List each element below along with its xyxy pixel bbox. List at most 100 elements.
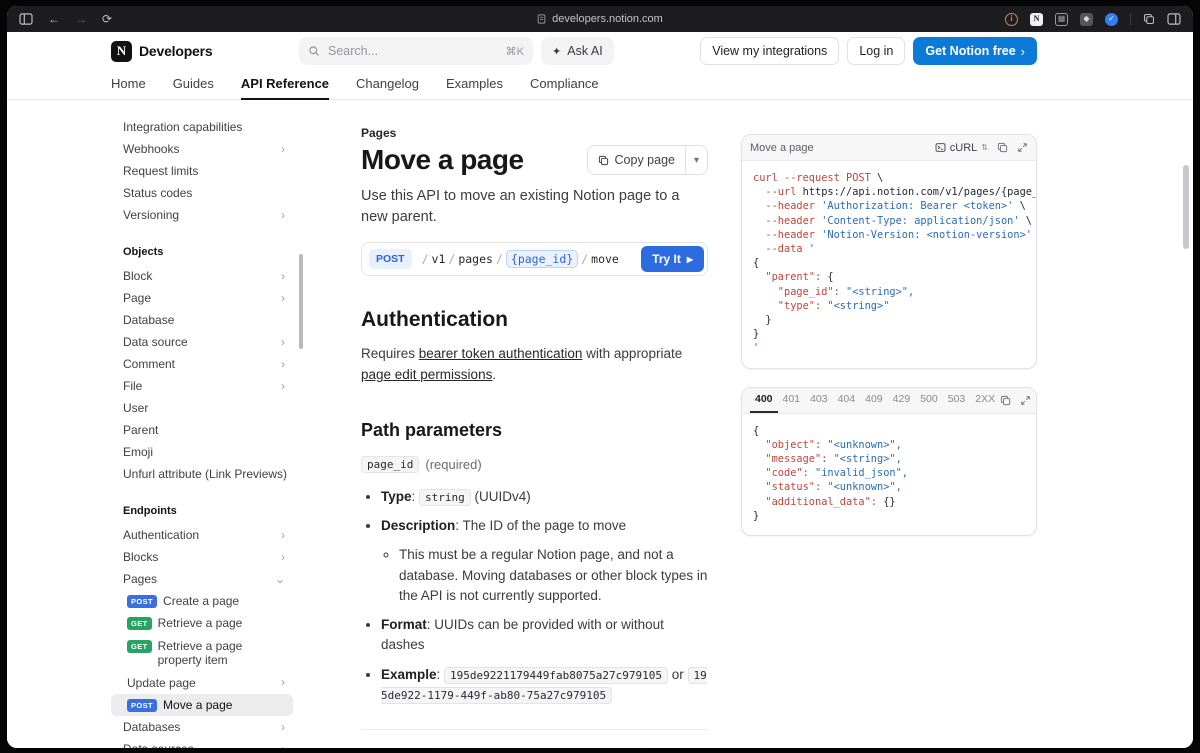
sidebar-item[interactable]: POST Create a page xyxy=(111,590,293,612)
sidebar-item[interactable]: Database xyxy=(111,309,293,331)
sidebar-item[interactable]: Block › xyxy=(111,265,293,287)
code-line: --header 'Content-Type: application/json… xyxy=(753,214,1032,227)
search-box[interactable]: ⌘K xyxy=(299,37,534,65)
site-nav: Home Guides API Reference Changelog Examples… xyxy=(7,70,1193,100)
nav-tabs: Home Guides API Reference Changelog Examples… xyxy=(111,70,1037,100)
tab-changelog[interactable]: Changelog xyxy=(356,70,419,100)
ask-ai-button[interactable]: ✦ Ask AI xyxy=(541,37,614,65)
path-separator: / xyxy=(495,252,503,267)
tab-api-reference[interactable]: API Reference xyxy=(240,70,330,100)
sidebar-item[interactable]: Webhooks › xyxy=(111,138,293,160)
sidebar-item-label: Data sources xyxy=(123,742,194,748)
verified-check-icon[interactable]: ✓ xyxy=(1105,12,1118,26)
language-selector[interactable]: cURL ⇅ xyxy=(935,142,988,154)
sidebar-toggle-icon[interactable] xyxy=(19,13,33,25)
get-notion-button[interactable]: Get Notion free › xyxy=(913,37,1038,65)
sidebar-item[interactable]: POST Move a page xyxy=(111,693,293,717)
browser-chrome: ← → ⟳ developers.notion.com i N ▦ ◆ ✓ xyxy=(7,6,1193,32)
response-tab-2XX[interactable]: 2XX xyxy=(970,388,1000,413)
sidebar-item[interactable]: Data source › xyxy=(111,331,293,353)
sidebar-item[interactable]: Comment › xyxy=(111,353,293,375)
url-bar[interactable]: developers.notion.com xyxy=(537,13,663,25)
code-line: "message": "<string>", xyxy=(753,453,902,466)
sidebar-item-label: Page xyxy=(123,290,152,305)
sidebar-item[interactable]: Update page › xyxy=(111,672,293,694)
path-param-details: Type: string (UUIDv4) Description: The I… xyxy=(361,487,708,705)
page-edit-permissions-link[interactable]: page edit permissions xyxy=(361,367,492,382)
notion-developers-logo[interactable]: N Developers xyxy=(111,40,213,62)
response-tab-400[interactable]: 400 xyxy=(750,388,778,414)
tab-panel-icon[interactable] xyxy=(1167,13,1181,25)
sidebar-item[interactable]: Blocks › xyxy=(111,546,293,568)
info-badge-icon[interactable]: i xyxy=(1005,12,1018,26)
bearer-token-link[interactable]: bearer token authentication xyxy=(419,346,583,361)
copy-page-button[interactable]: Copy page ▾ xyxy=(586,145,708,175)
sidebar-item[interactable]: Data sources › xyxy=(111,738,293,748)
app-icon[interactable]: ◆ xyxy=(1080,12,1093,26)
response-tabs: 400 401 403 404 409 429 500 503 2XX xyxy=(750,388,1000,414)
path-segment: {page_id} xyxy=(505,250,579,269)
sidebar-item[interactable]: Page › xyxy=(111,287,293,309)
path-parameters-heading: Path parameters xyxy=(361,419,503,440)
page-scrollbar[interactable] xyxy=(1183,165,1189,249)
response-tab-403[interactable]: 403 xyxy=(805,388,833,413)
forward-icon[interactable]: → xyxy=(75,13,87,25)
sidebar-item[interactable]: Emoji xyxy=(111,441,293,463)
sidebar-item-label: Retrieve a page property item xyxy=(157,638,243,668)
sidebar-item[interactable]: GET Retrieve a page property item xyxy=(111,635,293,672)
response-tab-401[interactable]: 401 xyxy=(778,388,806,413)
sidebar-item[interactable]: Pages ⌄ xyxy=(111,568,293,590)
notion-app-icon[interactable]: N xyxy=(1030,12,1043,26)
chevron-right-icon: › xyxy=(281,550,285,564)
code-line: curl --request POST \ xyxy=(753,172,884,184)
sidebar-item[interactable]: File › xyxy=(111,375,293,397)
sidebar-item-label: Authentication xyxy=(123,527,200,542)
chevron-right-icon: › xyxy=(281,528,285,542)
sidebar-item[interactable]: Databases › xyxy=(111,716,293,738)
view-integrations-button[interactable]: View my integrations xyxy=(700,37,840,65)
new-tab-icon[interactable] xyxy=(1143,13,1155,25)
copy-page-dropdown[interactable]: ▾ xyxy=(685,146,707,174)
expand-response-icon[interactable] xyxy=(1020,395,1031,406)
sidebar-item[interactable]: Unfurl attribute (Link Previews) xyxy=(111,463,293,485)
login-button[interactable]: Log in xyxy=(847,37,906,65)
chevron-right-icon: › xyxy=(281,291,285,305)
play-icon: ▶ xyxy=(686,254,693,264)
sidebar-item[interactable]: Status codes xyxy=(111,182,293,204)
sidebar-item[interactable]: Versioning › xyxy=(111,204,293,226)
chevron-right-icon: › xyxy=(281,335,285,349)
response-tab-409[interactable]: 409 xyxy=(860,388,888,413)
try-it-button[interactable]: Try It ▶ xyxy=(641,246,704,273)
extension-icon[interactable]: ▦ xyxy=(1055,12,1068,26)
endpoint-bar: POST / v1/pages / {page_id} / move Try It ▶ xyxy=(361,242,708,277)
sidebar-item-label: Database xyxy=(123,312,175,327)
reload-icon[interactable]: ⟳ xyxy=(102,13,112,25)
expand-code-icon[interactable] xyxy=(1017,142,1028,153)
search-input[interactable] xyxy=(326,43,500,59)
section-divider xyxy=(361,729,708,731)
sidebar-item-label: Pages xyxy=(123,571,158,586)
sidebar-item-label: Databases xyxy=(123,720,181,735)
copy-code-icon[interactable] xyxy=(997,142,1008,153)
tab-compliance[interactable]: Compliance xyxy=(530,70,599,100)
sidebar-item[interactable]: Parent xyxy=(111,419,293,441)
sidebar-item[interactable]: Authentication › xyxy=(111,524,293,546)
tab-examples[interactable]: Examples xyxy=(446,70,503,100)
tab-home[interactable]: Home xyxy=(111,70,146,100)
response-tab-500[interactable]: 500 xyxy=(915,388,943,413)
sidebar-item[interactable]: Integration capabilities xyxy=(111,116,293,138)
chevron-right-icon: › xyxy=(281,720,285,735)
sidebar-item[interactable]: User xyxy=(111,397,293,419)
method-badge: POST xyxy=(127,595,158,608)
back-icon[interactable]: ← xyxy=(48,13,60,25)
copy-response-icon[interactable] xyxy=(1000,395,1011,406)
try-it-label: Try It xyxy=(652,252,681,267)
tab-guides[interactable]: Guides xyxy=(173,70,214,100)
response-tab-503[interactable]: 503 xyxy=(943,388,971,413)
response-tab-404[interactable]: 404 xyxy=(833,388,861,413)
code-line: } xyxy=(753,509,760,522)
sidebar-item[interactable]: Request limits xyxy=(111,160,293,182)
sidebar-item[interactable]: GET Retrieve a page xyxy=(111,612,293,634)
response-tab-429[interactable]: 429 xyxy=(888,388,916,413)
sidebar-scrollbar[interactable] xyxy=(299,254,303,349)
